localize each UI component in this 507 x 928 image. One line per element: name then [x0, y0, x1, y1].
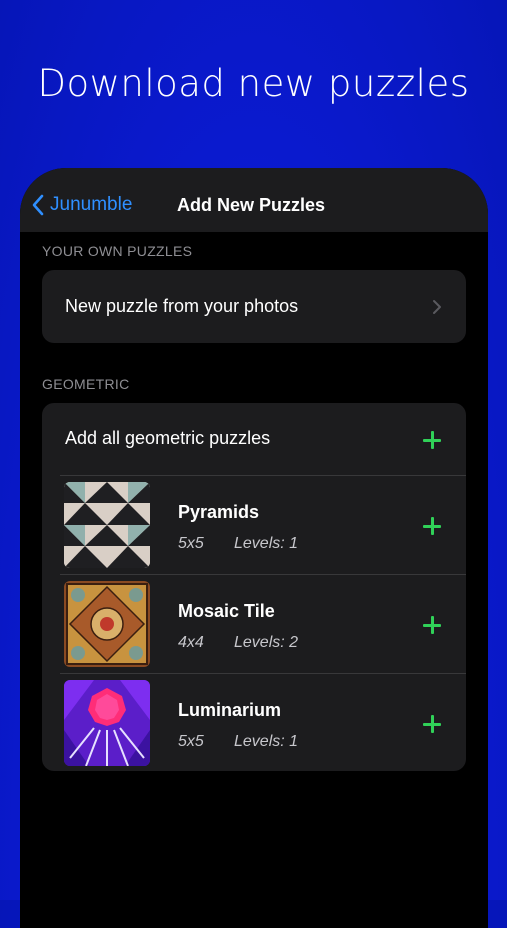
new-puzzle-label: New puzzle from your photos [65, 296, 299, 316]
pyramids-thumbnail [64, 482, 150, 568]
chevron-right-icon [433, 300, 441, 314]
section-header-own-puzzles: YOUR OWN PUZZLES [42, 243, 193, 259]
add-luminarium-plus-icon[interactable] [423, 715, 441, 733]
add-all-label: Add all geometric puzzles [65, 428, 271, 448]
add-pyramids-plus-icon[interactable] [423, 517, 441, 535]
navigation-bar: Junumble Add New Puzzles [20, 168, 488, 232]
back-button[interactable]: Junumble [32, 194, 132, 216]
promo-headline: Download new puzzles [37, 62, 470, 105]
new-puzzle-from-photos-row[interactable]: New puzzle from your photos [42, 270, 466, 343]
luminarium-thumbnail [64, 680, 150, 766]
mosaic-tile-thumbnail [64, 581, 150, 667]
puzzle-name: Luminarium [178, 700, 282, 720]
puzzle-row-mosaic-tile[interactable]: Mosaic Tile 4x4 Levels: 2 [42, 575, 466, 673]
puzzle-size: 5x5 [178, 733, 204, 750]
puzzle-levels: Levels: 1 [234, 733, 299, 750]
add-all-plus-icon[interactable] [423, 431, 441, 449]
add-all-geometric-row[interactable]: Add all geometric puzzles [42, 403, 466, 475]
page-title: Add New Puzzles [177, 195, 326, 215]
puzzle-row-pyramids[interactable]: Pyramids 5x5 Levels: 1 [42, 476, 466, 574]
puzzle-name: Mosaic Tile [178, 601, 275, 621]
puzzle-size: 5x5 [178, 535, 204, 552]
add-mosaic-tile-plus-icon[interactable] [423, 616, 441, 634]
section-header-geometric: GEOMETRIC [42, 376, 130, 392]
chevron-left-icon [32, 194, 44, 216]
puzzle-name: Pyramids [178, 502, 260, 522]
puzzle-levels: Levels: 1 [234, 535, 299, 552]
back-label: Junumble [50, 194, 133, 215]
puzzle-levels: Levels: 2 [234, 634, 299, 651]
puzzle-size: 4x4 [178, 634, 204, 651]
phone-screen: Junumble Add New Puzzles YOUR OWN PUZZLE… [20, 168, 488, 928]
puzzle-row-luminarium[interactable]: Luminarium 5x5 Levels: 1 [42, 674, 466, 771]
geometric-puzzles-list: Add all geometric puzzles Pyramids 5x5 L… [42, 403, 466, 771]
